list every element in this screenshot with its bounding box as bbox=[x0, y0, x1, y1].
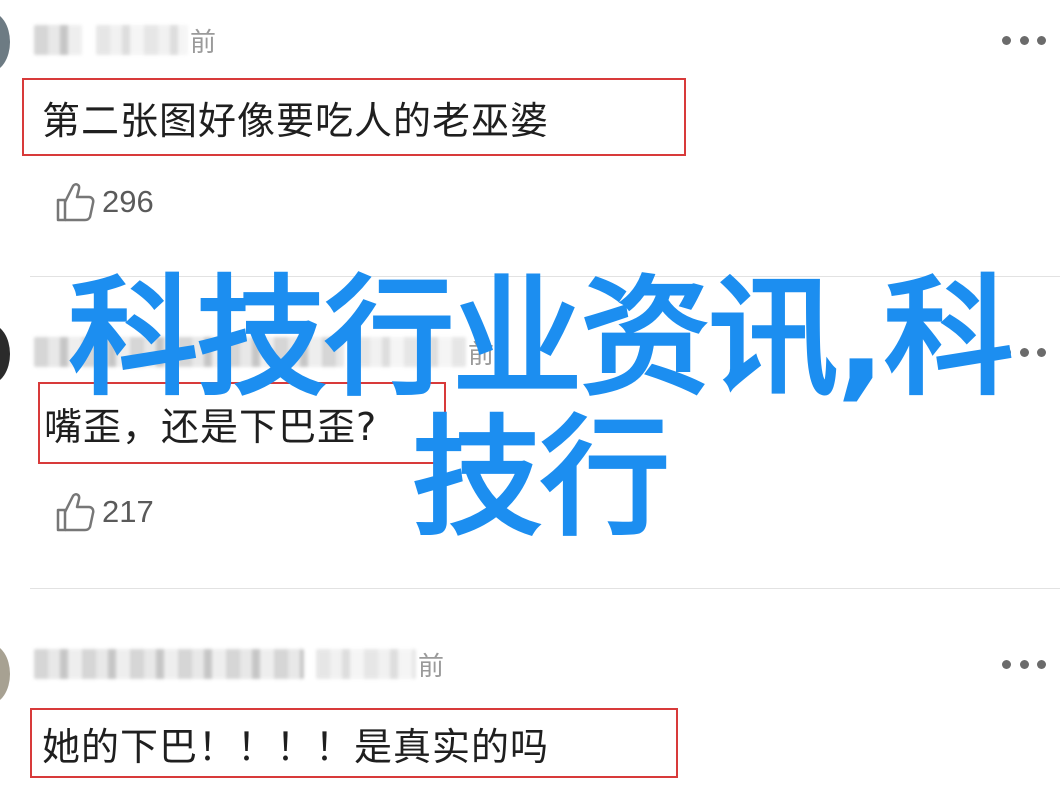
like-count: 296 bbox=[102, 184, 154, 219]
comment-text: 第二张图好像要吃人的老巫婆 bbox=[42, 98, 550, 143]
blurred-username bbox=[34, 25, 82, 55]
like-count: 217 bbox=[102, 494, 154, 529]
comment-feed: 前 第二张图好像要吃人的老巫婆 296 前 嘴歪，还是下巴歪? 217 前 她的… bbox=[0, 0, 1060, 791]
time-suffix: 前 bbox=[468, 339, 495, 370]
more-dots-icon[interactable] bbox=[1002, 658, 1046, 670]
comment-highlight: 她的下巴！！！！是真实的吗 bbox=[30, 708, 678, 778]
thumbs-up-icon bbox=[56, 183, 95, 222]
more-dots-icon[interactable] bbox=[1002, 34, 1046, 46]
comment-item: 前 她的下巴！！！！是真实的吗 bbox=[0, 588, 1060, 791]
blurred-time bbox=[316, 649, 416, 679]
time-suffix: 前 bbox=[190, 27, 217, 58]
comment-text: 她的下巴！！！！是真实的吗 bbox=[42, 724, 550, 769]
blurred-username bbox=[34, 337, 344, 367]
avatar[interactable] bbox=[0, 644, 10, 704]
blurred-time bbox=[356, 337, 466, 367]
comment-meta: 前 bbox=[34, 334, 494, 370]
blurred-username bbox=[34, 649, 304, 679]
comment-item: 前 嘴歪，还是下巴歪? 217 bbox=[0, 276, 1060, 588]
blurred-time bbox=[96, 25, 188, 55]
thumbs-up-icon bbox=[56, 493, 95, 532]
avatar[interactable] bbox=[0, 324, 10, 384]
time-suffix: 前 bbox=[418, 651, 445, 682]
comment-highlight: 嘴歪，还是下巴歪? bbox=[38, 382, 446, 464]
more-dots-icon[interactable] bbox=[1002, 346, 1046, 358]
like-button[interactable]: 217 bbox=[54, 488, 154, 536]
comment-highlight: 第二张图好像要吃人的老巫婆 bbox=[22, 78, 686, 156]
comment-item: 前 第二张图好像要吃人的老巫婆 296 bbox=[0, 0, 1060, 270]
comment-text: 嘴歪，还是下巴歪? bbox=[44, 404, 378, 449]
avatar[interactable] bbox=[0, 12, 10, 72]
like-button[interactable]: 296 bbox=[54, 178, 154, 226]
comment-meta: 前 bbox=[34, 22, 216, 58]
comment-meta: 前 bbox=[34, 646, 444, 682]
